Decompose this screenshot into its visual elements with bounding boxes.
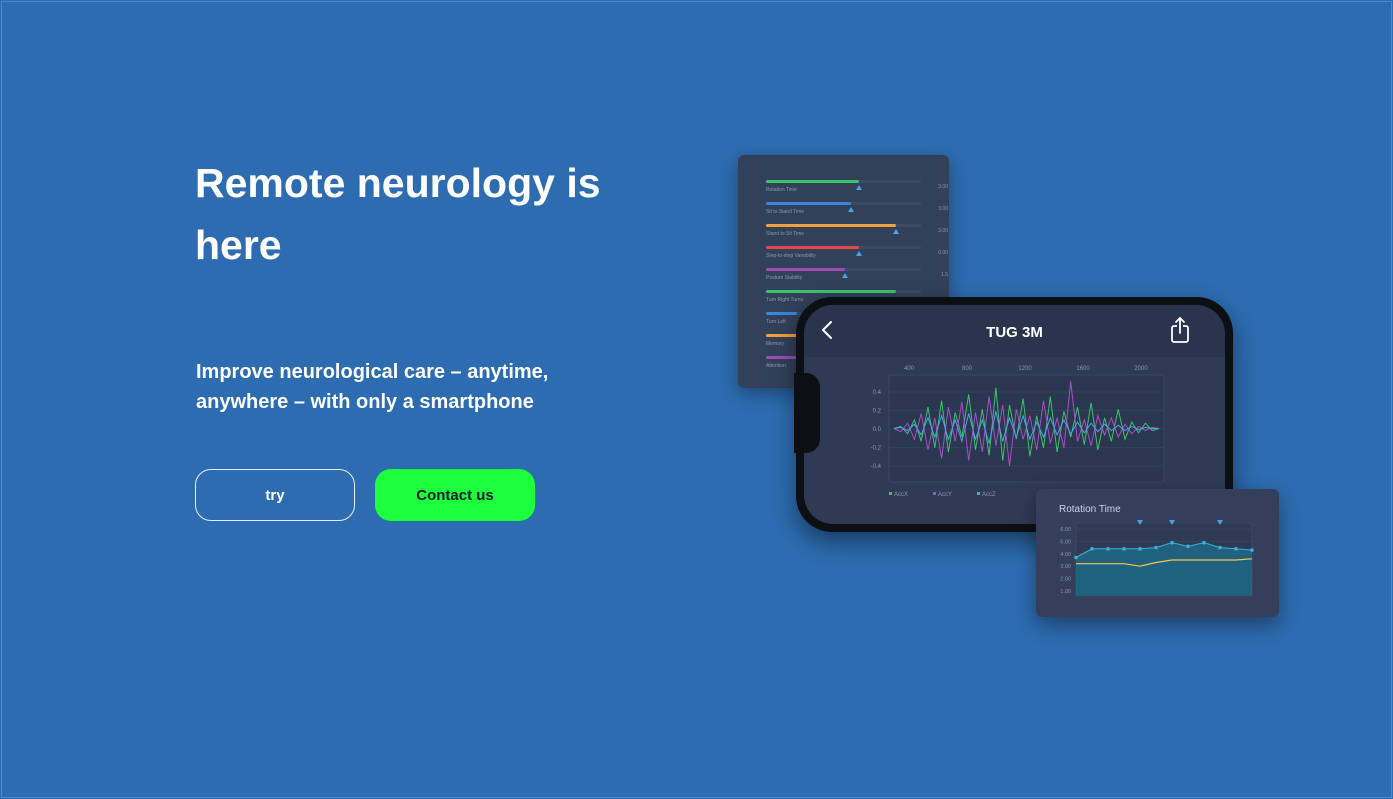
metric-marker-icon xyxy=(893,229,900,234)
metric-label: Attention xyxy=(766,363,786,369)
metric-fill xyxy=(766,202,852,205)
metric-row: Sit to Stand Time 3.00 xyxy=(766,202,948,222)
metric-row: Step-to-step Variability 0.00 xyxy=(766,246,948,266)
y-tick-label: 0.4 xyxy=(873,390,882,396)
rotation-time-card: 6.00 5.00 4.00 3.00 2.00 1.00 Rotation Time xyxy=(1036,489,1279,617)
legend-swatch xyxy=(977,492,980,495)
x-tick-label: 2000 xyxy=(1134,366,1148,372)
y-tick-label: 4.00 xyxy=(1060,552,1071,558)
y-tick-label: 2.00 xyxy=(1060,577,1071,583)
data-point xyxy=(1250,548,1254,552)
data-point xyxy=(1170,540,1174,545)
legend-swatch xyxy=(889,492,892,495)
metric-label: Memory xyxy=(766,341,785,347)
metric-fill xyxy=(766,224,897,227)
data-point xyxy=(1122,547,1126,551)
phone-title: TUG 3M xyxy=(986,324,1043,341)
metric-track xyxy=(766,290,921,293)
metric-row: Stand to Sit Time 3.00 xyxy=(766,224,948,244)
y-tick-label: -0.4 xyxy=(871,464,882,470)
data-point xyxy=(1106,547,1110,551)
share-icon[interactable] xyxy=(1168,315,1192,345)
metric-value: 0.00 xyxy=(938,250,948,256)
metric-value: 3.00 xyxy=(938,184,948,190)
metric-fill xyxy=(766,312,797,315)
x-tick-label: 400 xyxy=(904,366,915,372)
hero-subtitle: Improve neurological care – anytime, any… xyxy=(196,361,549,413)
metric-value: 3.00 xyxy=(938,206,948,212)
metric-row: Rotation Time 3.00 xyxy=(766,180,948,200)
area-fill xyxy=(1076,542,1252,596)
y-tick-label: 0.0 xyxy=(873,427,882,433)
y-tick-label: 6.00 xyxy=(1060,527,1071,533)
metric-track xyxy=(766,202,921,205)
y-tick-label: 1.00 xyxy=(1060,589,1071,595)
metric-label: Stand to Sit Time xyxy=(766,231,805,237)
metric-label: Sit to Stand Time xyxy=(766,209,805,215)
metric-row: Posture Stability 1.5 xyxy=(766,268,948,288)
x-tick-label: 1600 xyxy=(1076,366,1090,372)
y-tick-label: -0.2 xyxy=(871,446,882,452)
metric-track xyxy=(766,268,921,271)
legend-label: AccX xyxy=(894,492,908,498)
metric-label: Posture Stability xyxy=(766,275,803,281)
data-point xyxy=(1202,540,1206,545)
y-tick-label: 5.00 xyxy=(1060,539,1071,545)
contact-us-button[interactable]: Contact us xyxy=(375,469,535,521)
metric-label: Turn Left xyxy=(766,319,786,325)
metric-fill xyxy=(766,246,859,249)
x-tick-label: 1200 xyxy=(1018,366,1032,372)
data-point xyxy=(1218,545,1222,550)
metric-track xyxy=(766,180,921,183)
data-point xyxy=(1234,547,1238,551)
y-tick-label: 3.00 xyxy=(1060,564,1071,570)
metric-value: 3.00 xyxy=(938,228,948,234)
phone-notch xyxy=(794,373,820,453)
rotation-chart-title: Rotation Time xyxy=(1059,504,1121,515)
data-point xyxy=(1186,544,1190,549)
hero-title: Remote neurology is here xyxy=(195,160,601,268)
metric-fill xyxy=(766,180,859,183)
metric-track xyxy=(766,246,921,249)
metric-fill xyxy=(766,334,797,337)
data-point xyxy=(1138,547,1142,551)
metric-fill xyxy=(766,268,846,271)
legend-swatch xyxy=(933,492,936,495)
data-point xyxy=(1154,545,1158,550)
metric-marker-icon xyxy=(856,251,862,256)
metric-fill xyxy=(766,356,797,359)
y-tick-label: 0.2 xyxy=(873,409,882,415)
metric-label: Step-to-step Variability xyxy=(766,253,816,259)
phone-header: TUG 3M xyxy=(804,305,1225,357)
metric-track xyxy=(766,224,921,227)
metric-marker-icon xyxy=(842,273,849,278)
try-button[interactable]: try xyxy=(195,469,355,521)
metric-label: Rotation Time xyxy=(766,187,797,193)
metric-fill xyxy=(766,290,897,293)
legend-label: AccZ xyxy=(982,492,996,498)
metric-label: Turn Right Turns xyxy=(766,297,804,303)
x-tick-label: 800 xyxy=(962,366,973,372)
legend-label: AccY xyxy=(938,492,952,498)
data-point xyxy=(1074,555,1078,560)
metric-marker-icon xyxy=(856,185,862,190)
metric-value: 1.5 xyxy=(941,272,948,278)
metric-marker-icon xyxy=(848,207,855,212)
data-point xyxy=(1090,547,1094,551)
